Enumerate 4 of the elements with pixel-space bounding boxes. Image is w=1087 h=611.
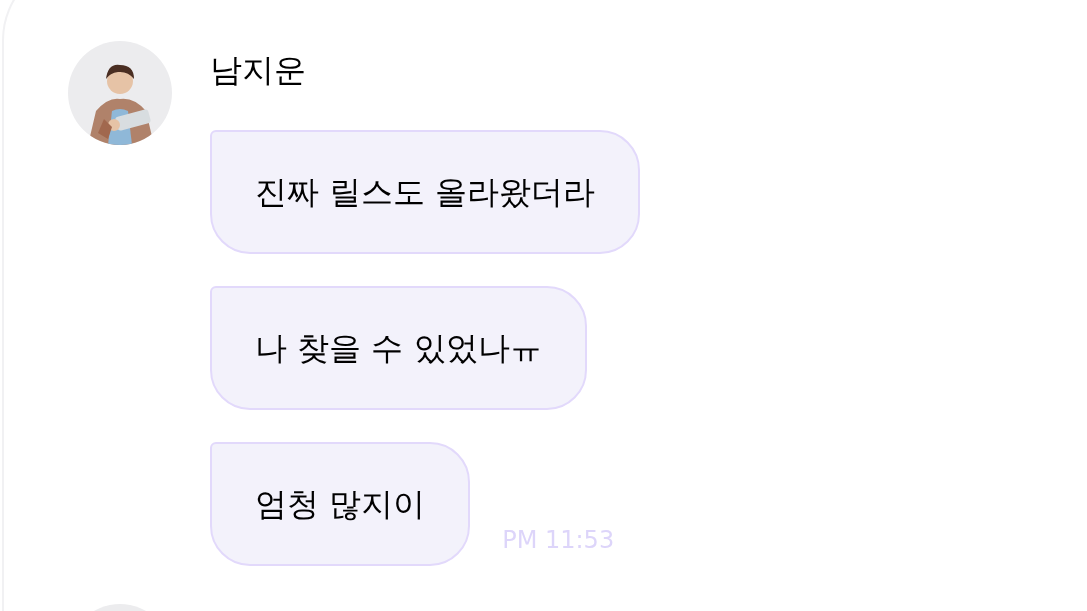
message-bubble: 진짜 릴스도 올라왔더라: [210, 130, 641, 254]
message-bubble: 엄청 많지이: [210, 442, 471, 566]
message-bubble: 나 찾을 수 있었나ㅠ: [210, 286, 587, 410]
sender-name: 남지운: [210, 50, 307, 90]
